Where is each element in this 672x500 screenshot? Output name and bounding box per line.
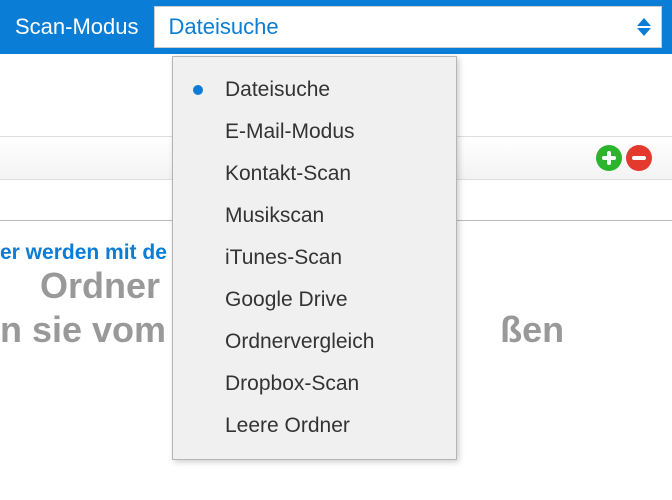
select-stepper-icon — [637, 18, 651, 36]
dropdown-item-label: Musikscan — [225, 204, 324, 228]
select-current-value: Dateisuche — [169, 14, 279, 40]
dropdown-item[interactable]: iTunes-Scan — [173, 237, 456, 279]
scan-mode-dropdown: Dateisuche E-Mail-Modus Kontakt-Scan Musiks… — [172, 56, 457, 460]
dropdown-item-label: E-Mail-Modus — [225, 120, 355, 144]
dropdown-item[interactable]: Dropbox-Scan — [173, 363, 456, 405]
dropdown-item-label: Kontakt-Scan — [225, 162, 351, 186]
selected-bullet-icon — [193, 85, 203, 95]
scan-mode-label: Scan-Modus — [10, 14, 154, 40]
scan-mode-select[interactable]: Dateisuche — [154, 6, 662, 48]
remove-button[interactable] — [626, 145, 652, 171]
dropdown-item[interactable]: Kontakt-Scan — [173, 153, 456, 195]
dropdown-item-label: Dateisuche — [225, 78, 330, 102]
dropdown-item-label: iTunes-Scan — [225, 246, 342, 270]
dropdown-item[interactable]: E-Mail-Modus — [173, 111, 456, 153]
dropdown-item-label: Leere Ordner — [225, 414, 350, 438]
dropdown-item[interactable]: Ordnervergleich — [173, 321, 456, 363]
scan-mode-bar: Scan-Modus Dateisuche — [0, 0, 672, 54]
dropdown-item[interactable]: Google Drive — [173, 279, 456, 321]
add-button[interactable] — [596, 145, 622, 171]
dropdown-item-label: Dropbox-Scan — [225, 372, 359, 396]
dropdown-item-label: Google Drive — [225, 288, 348, 312]
dropdown-item[interactable]: Musikscan — [173, 195, 456, 237]
dropdown-item[interactable]: Leere Ordner — [173, 405, 456, 447]
dropdown-item[interactable]: Dateisuche — [173, 69, 456, 111]
dropdown-item-label: Ordnervergleich — [225, 330, 374, 354]
